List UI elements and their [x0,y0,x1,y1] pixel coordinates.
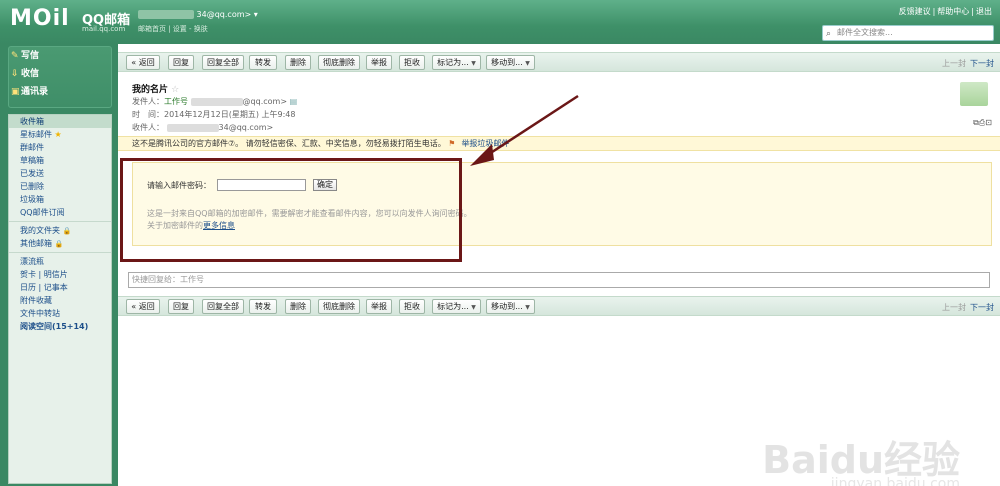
mark-as-dropdown[interactable]: 标记为... ▼ [432,299,481,314]
star-icon: ★ [54,130,62,139]
pager: 上一封 下一封 [942,302,994,313]
contacts-icon: ▣ [11,87,20,97]
reply-button[interactable]: 回复 [168,299,194,314]
contacts-button[interactable]: ▣ 通讯录 [9,83,111,101]
feedback-link[interactable]: 反馈建议 [899,7,931,16]
sidebar-item-calendar[interactable]: 日历 | 记事本 [9,281,111,294]
logo[interactable]: MOil [10,6,70,31]
divider [9,221,111,222]
sidebar-item-deleted[interactable]: 已删除 [9,180,111,193]
user-email-text: 34@qq.com> [196,10,252,19]
folder-list: 收件箱 星标邮件 ★ 群邮件 草稿箱 已发送 已删除 垃圾箱 QQ邮件订阅 我的… [8,114,112,484]
search-icon: ⌕ [826,29,832,39]
sidebar-item-file-transfer[interactable]: 文件中转站 [9,307,111,320]
quick-reply-input[interactable]: 快捷回复给：工作号 [128,272,990,288]
lock-icon: 🔒 [54,240,64,248]
search-placeholder: 邮件全文搜索... [837,28,893,37]
report-button[interactable]: 举报 [366,299,392,314]
chevron-down-icon[interactable]: ▾ [254,10,258,19]
help-link[interactable]: 帮助中心 [937,7,969,16]
other-mailboxes-label: 其他邮箱 [20,239,52,248]
sidebar-item-drift-bottle[interactable]: 漂流瓶 [9,255,111,268]
top-header: MOil QQ邮箱 mail.qq.com 34@qq.com> ▾ 邮箱首页 … [0,0,1000,44]
sidebar-item-group[interactable]: 群邮件 [9,141,111,154]
user-email: 34@qq.com> ▾ [138,10,258,19]
contacts-label: 通讯录 [21,87,49,97]
sidebar-item-reading-space[interactable]: 阅读空间(15+14) [9,320,111,333]
sidebar-item-spam[interactable]: 垃圾箱 [9,193,111,206]
next-mail-link[interactable]: 下一封 [970,303,994,312]
search-input[interactable]: ⌕ 邮件全文搜索... [822,25,994,41]
arrow-head [470,144,494,166]
compose-label: 写信 [21,51,40,61]
move-to-dropdown[interactable]: 移动到... ▼ [486,299,535,314]
sidebar-item-sent[interactable]: 已发送 [9,167,111,180]
pen-icon: ✎ [11,51,19,61]
watermark-url: jingyan.baidu.com [830,476,960,486]
sidebar-item-inbox[interactable]: 收件箱 [9,115,111,128]
chevron-down-icon: ▼ [471,304,476,311]
user-links[interactable]: 邮箱首页 | 设置 - 换肤 [138,24,208,34]
back-button[interactable]: « 返回 [126,299,160,314]
quick-actions: ✎ 写信 ⇩ 收信 ▣ 通讯录 [8,46,112,108]
starred-label: 星标邮件 [20,130,52,139]
toolbar-bottom: « 返回 回复 回复全部 转发 删除 彻底删除 举报 拒收 标记为... ▼ 移… [118,296,1000,316]
brand-url: mail.qq.com [82,25,126,33]
forward-button[interactable]: 转发 [249,299,277,314]
sidebar-item-cards[interactable]: 贺卡 | 明信片 [9,268,111,281]
compose-button[interactable]: ✎ 写信 [9,47,111,65]
sidebar-item-starred[interactable]: 星标邮件 ★ [9,128,111,141]
lock-icon: 🔒 [62,227,72,235]
top-links: 反馈建议 | 帮助中心 | 退出 [898,7,992,16]
arrow-shaft [485,94,579,158]
sidebar: ✎ 写信 ⇩ 收信 ▣ 通讯录 收件箱 星标邮件 ★ 群邮件 草稿箱 已发送 已删除 … [0,44,118,486]
sidebar-item-other-mailboxes[interactable]: 其他邮箱 🔒 [9,237,111,250]
redacted-block [138,10,194,19]
reply-all-button[interactable]: 回复全部 [202,299,244,314]
delete-button[interactable]: 删除 [285,299,311,314]
prev-mail-link[interactable]: 上一封 [942,303,966,312]
annotation-arrow [470,94,579,166]
sidebar-item-attachments[interactable]: 附件收藏 [9,294,111,307]
sidebar-item-my-folders[interactable]: 我的文件夹 🔒 [9,224,111,237]
receive-label: 收信 [21,69,40,79]
receive-button[interactable]: ⇩ 收信 [9,65,111,83]
sidebar-item-subscriptions[interactable]: QQ邮件订阅 [9,206,111,219]
divider [9,252,111,253]
move-to-label: 移动到... [491,302,523,311]
mail-reader: « 返回 回复 回复全部 转发 删除 彻底删除 举报 拒收 标记为... ▼ 移… [118,44,1000,486]
delete-permanently-button[interactable]: 彻底删除 [318,299,360,314]
chevron-down-icon: ▼ [525,304,530,311]
sidebar-item-drafts[interactable]: 草稿箱 [9,154,111,167]
logout-link[interactable]: 退出 [976,7,992,16]
inbox-icon: ⇩ [11,69,19,79]
mark-as-label: 标记为... [437,302,469,311]
my-folders-label: 我的文件夹 [20,226,60,235]
reject-button[interactable]: 拒收 [399,299,425,314]
